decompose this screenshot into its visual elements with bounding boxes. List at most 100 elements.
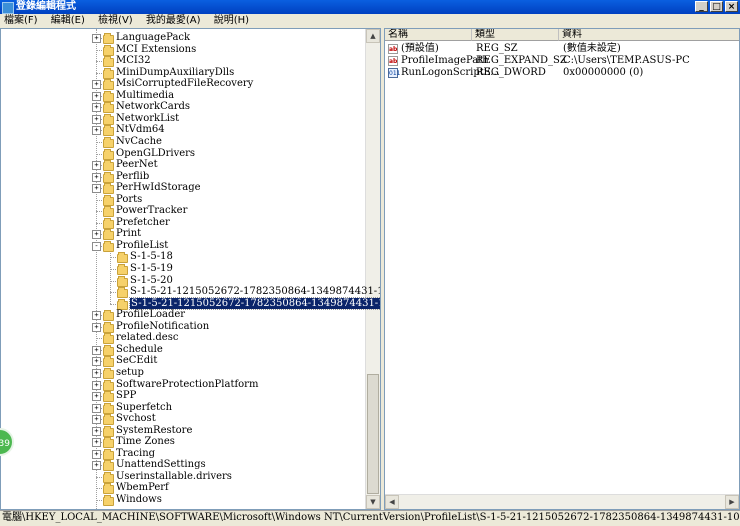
tree-item-label[interactable]: Prefetcher bbox=[116, 217, 170, 228]
value-type: REG_DWORD bbox=[476, 67, 546, 78]
tree-item-label[interactable]: MCI32 bbox=[116, 55, 151, 66]
tree-scroll-thumb[interactable] bbox=[367, 374, 379, 494]
tree-item-label[interactable]: S-1-5-21-1215052672-1782350864-134987443… bbox=[130, 286, 380, 297]
values-horizontal-scrollbar[interactable]: ◀ ▶ bbox=[385, 494, 739, 509]
expand-plus-icon[interactable]: + bbox=[92, 438, 101, 448]
tree-item-label[interactable]: OpenGLDrivers bbox=[116, 148, 195, 159]
expand-plus-icon[interactable]: + bbox=[92, 403, 101, 413]
tree-item-label[interactable]: related.desc bbox=[116, 332, 178, 343]
tree-item-label[interactable]: MiniDumpAuxiliaryDlls bbox=[116, 67, 234, 78]
tree-item-label[interactable]: S-1-5-20 bbox=[130, 275, 173, 286]
tree-item-label[interactable]: Perflib bbox=[116, 171, 149, 182]
expand-plus-icon[interactable]: + bbox=[92, 311, 101, 321]
tree-item-label[interactable]: MsiCorruptedFileRecovery bbox=[116, 78, 253, 89]
tree-item-label[interactable]: SoftwareProtectionPlatform bbox=[116, 379, 258, 390]
collapse-minus-icon[interactable]: - bbox=[92, 241, 101, 251]
expand-plus-icon[interactable]: + bbox=[92, 114, 101, 124]
tree-item-label[interactable]: NvCache bbox=[116, 136, 162, 147]
tree-item-label[interactable]: ProfileNotification bbox=[116, 321, 209, 332]
menu-file[interactable]: 檔案(F) bbox=[4, 15, 38, 26]
value-data: (數值未設定) bbox=[563, 43, 621, 54]
tree-item-label[interactable]: Print bbox=[116, 228, 141, 239]
close-button[interactable]: × bbox=[725, 1, 738, 12]
folder-icon bbox=[103, 310, 114, 322]
expand-plus-icon[interactable]: + bbox=[92, 357, 101, 367]
menu-edit[interactable]: 編輯(E) bbox=[51, 15, 85, 26]
minimize-button[interactable]: _ bbox=[695, 1, 708, 12]
expand-plus-icon[interactable]: + bbox=[92, 172, 101, 182]
expand-plus-icon[interactable]: + bbox=[92, 461, 101, 471]
expand-plus-icon[interactable]: + bbox=[92, 126, 101, 136]
registry-tree-pane[interactable]: ▲ ▼ + LanguagePack MCI Extensions MCI32 Mini… bbox=[0, 28, 381, 510]
scroll-right-arrow-icon[interactable]: ▶ bbox=[725, 495, 739, 509]
tree-item-label[interactable]: NtVdm64 bbox=[116, 124, 165, 135]
expand-plus-icon[interactable]: + bbox=[92, 392, 101, 402]
tree-item-label[interactable]: PowerTracker bbox=[116, 205, 187, 216]
expand-plus-icon[interactable]: + bbox=[92, 345, 101, 355]
expand-plus-icon[interactable]: + bbox=[92, 322, 101, 332]
folder-icon bbox=[103, 33, 114, 44]
expand-plus-icon[interactable]: + bbox=[92, 103, 101, 113]
tree-item-label[interactable]: S-1-5-18 bbox=[130, 251, 173, 262]
tree-item-label[interactable]: SystemRestore bbox=[116, 425, 192, 436]
tree-item-label[interactable]: MCI Extensions bbox=[116, 44, 196, 55]
tree-item-label[interactable]: NetworkList bbox=[116, 113, 179, 124]
tree-item-label[interactable]: UnattendSettings bbox=[116, 459, 206, 470]
tree-item-label[interactable]: NetworkCards bbox=[116, 101, 190, 112]
column-header-name[interactable]: 名稱 bbox=[385, 29, 472, 41]
folder-icon bbox=[103, 113, 114, 125]
expand-plus-icon[interactable]: + bbox=[92, 184, 101, 194]
tree-item-label[interactable]: ProfileLoader bbox=[116, 309, 185, 320]
scroll-up-arrow-icon[interactable]: ▲ bbox=[366, 29, 380, 43]
tree-item-label[interactable]: Ports bbox=[116, 194, 142, 205]
value-name[interactable]: (預設值) bbox=[401, 43, 439, 55]
expand-plus-icon[interactable]: + bbox=[92, 161, 101, 171]
tree-item-label[interactable]: LanguagePack bbox=[116, 32, 190, 43]
tree-item-label[interactable]: SeCEdit bbox=[116, 355, 157, 366]
folder-icon bbox=[103, 194, 114, 206]
expand-plus-icon[interactable]: + bbox=[92, 426, 101, 436]
menu-help[interactable]: 說明(H) bbox=[214, 15, 249, 26]
scroll-down-arrow-icon[interactable]: ▼ bbox=[366, 495, 380, 509]
tree-item-label[interactable]: Time Zones bbox=[116, 436, 175, 447]
folder-icon bbox=[103, 321, 114, 333]
folder-icon bbox=[103, 79, 114, 91]
scroll-left-arrow-icon[interactable]: ◀ bbox=[385, 495, 399, 509]
tree-item-label[interactable]: Multimedia bbox=[116, 90, 174, 101]
maximize-button[interactable]: □ bbox=[710, 1, 723, 12]
folder-icon bbox=[117, 287, 128, 299]
folder-icon bbox=[103, 217, 114, 229]
tree-item-label[interactable]: setup bbox=[116, 367, 144, 378]
tree-item-label[interactable]: SPP bbox=[116, 390, 136, 401]
folder-icon bbox=[117, 275, 128, 287]
tree-item-label[interactable]: ProfileList bbox=[116, 240, 168, 251]
column-header-data[interactable]: 資料 bbox=[559, 29, 739, 41]
tree-item-label[interactable]: S-1-5-19 bbox=[130, 263, 173, 274]
tree-item-label[interactable]: Superfetch bbox=[116, 402, 172, 413]
folder-icon bbox=[103, 414, 114, 426]
registry-values-pane[interactable]: 名稱 類型 資料 ◀ ▶ ab (預設值) REG_SZ (數值未設定) ab Profi… bbox=[384, 28, 740, 510]
tree-item-label[interactable]: Windows bbox=[116, 494, 162, 505]
tree-vertical-scrollbar[interactable]: ▲ ▼ bbox=[365, 29, 380, 509]
tree-item-label[interactable]: PerHwIdStorage bbox=[116, 182, 201, 193]
tree-item-label[interactable]: PeerNet bbox=[116, 159, 158, 170]
expand-plus-icon[interactable]: + bbox=[92, 449, 101, 459]
expand-plus-icon[interactable]: + bbox=[92, 368, 101, 378]
tree-item-label[interactable]: Userinstallable.drivers bbox=[116, 471, 232, 482]
tree-item-label[interactable]: WbemPerf bbox=[116, 482, 169, 493]
tree-item-label[interactable]: Svchost bbox=[116, 413, 156, 424]
status-bar: 電腦\HKEY_LOCAL_MACHINE\SOFTWARE\Microsoft… bbox=[0, 510, 740, 526]
expand-plus-icon[interactable]: + bbox=[92, 230, 101, 240]
expand-plus-icon[interactable]: + bbox=[92, 80, 101, 90]
tree-item-label[interactable]: Tracing bbox=[116, 448, 155, 459]
expand-plus-icon[interactable]: + bbox=[92, 34, 101, 43]
column-header-type[interactable]: 類型 bbox=[472, 29, 559, 41]
folder-icon bbox=[103, 379, 114, 391]
tree-item-label[interactable]: Schedule bbox=[116, 344, 163, 355]
expand-plus-icon[interactable]: + bbox=[92, 91, 101, 101]
expand-plus-icon[interactable]: + bbox=[92, 415, 101, 425]
menu-favorites[interactable]: 我的最愛(A) bbox=[146, 15, 201, 26]
expand-plus-icon[interactable]: + bbox=[92, 380, 101, 390]
tree-item-label[interactable]: S-1-5-21-1215052672-1782350864-134987443… bbox=[129, 296, 380, 310]
menu-view[interactable]: 檢視(V) bbox=[98, 15, 133, 26]
